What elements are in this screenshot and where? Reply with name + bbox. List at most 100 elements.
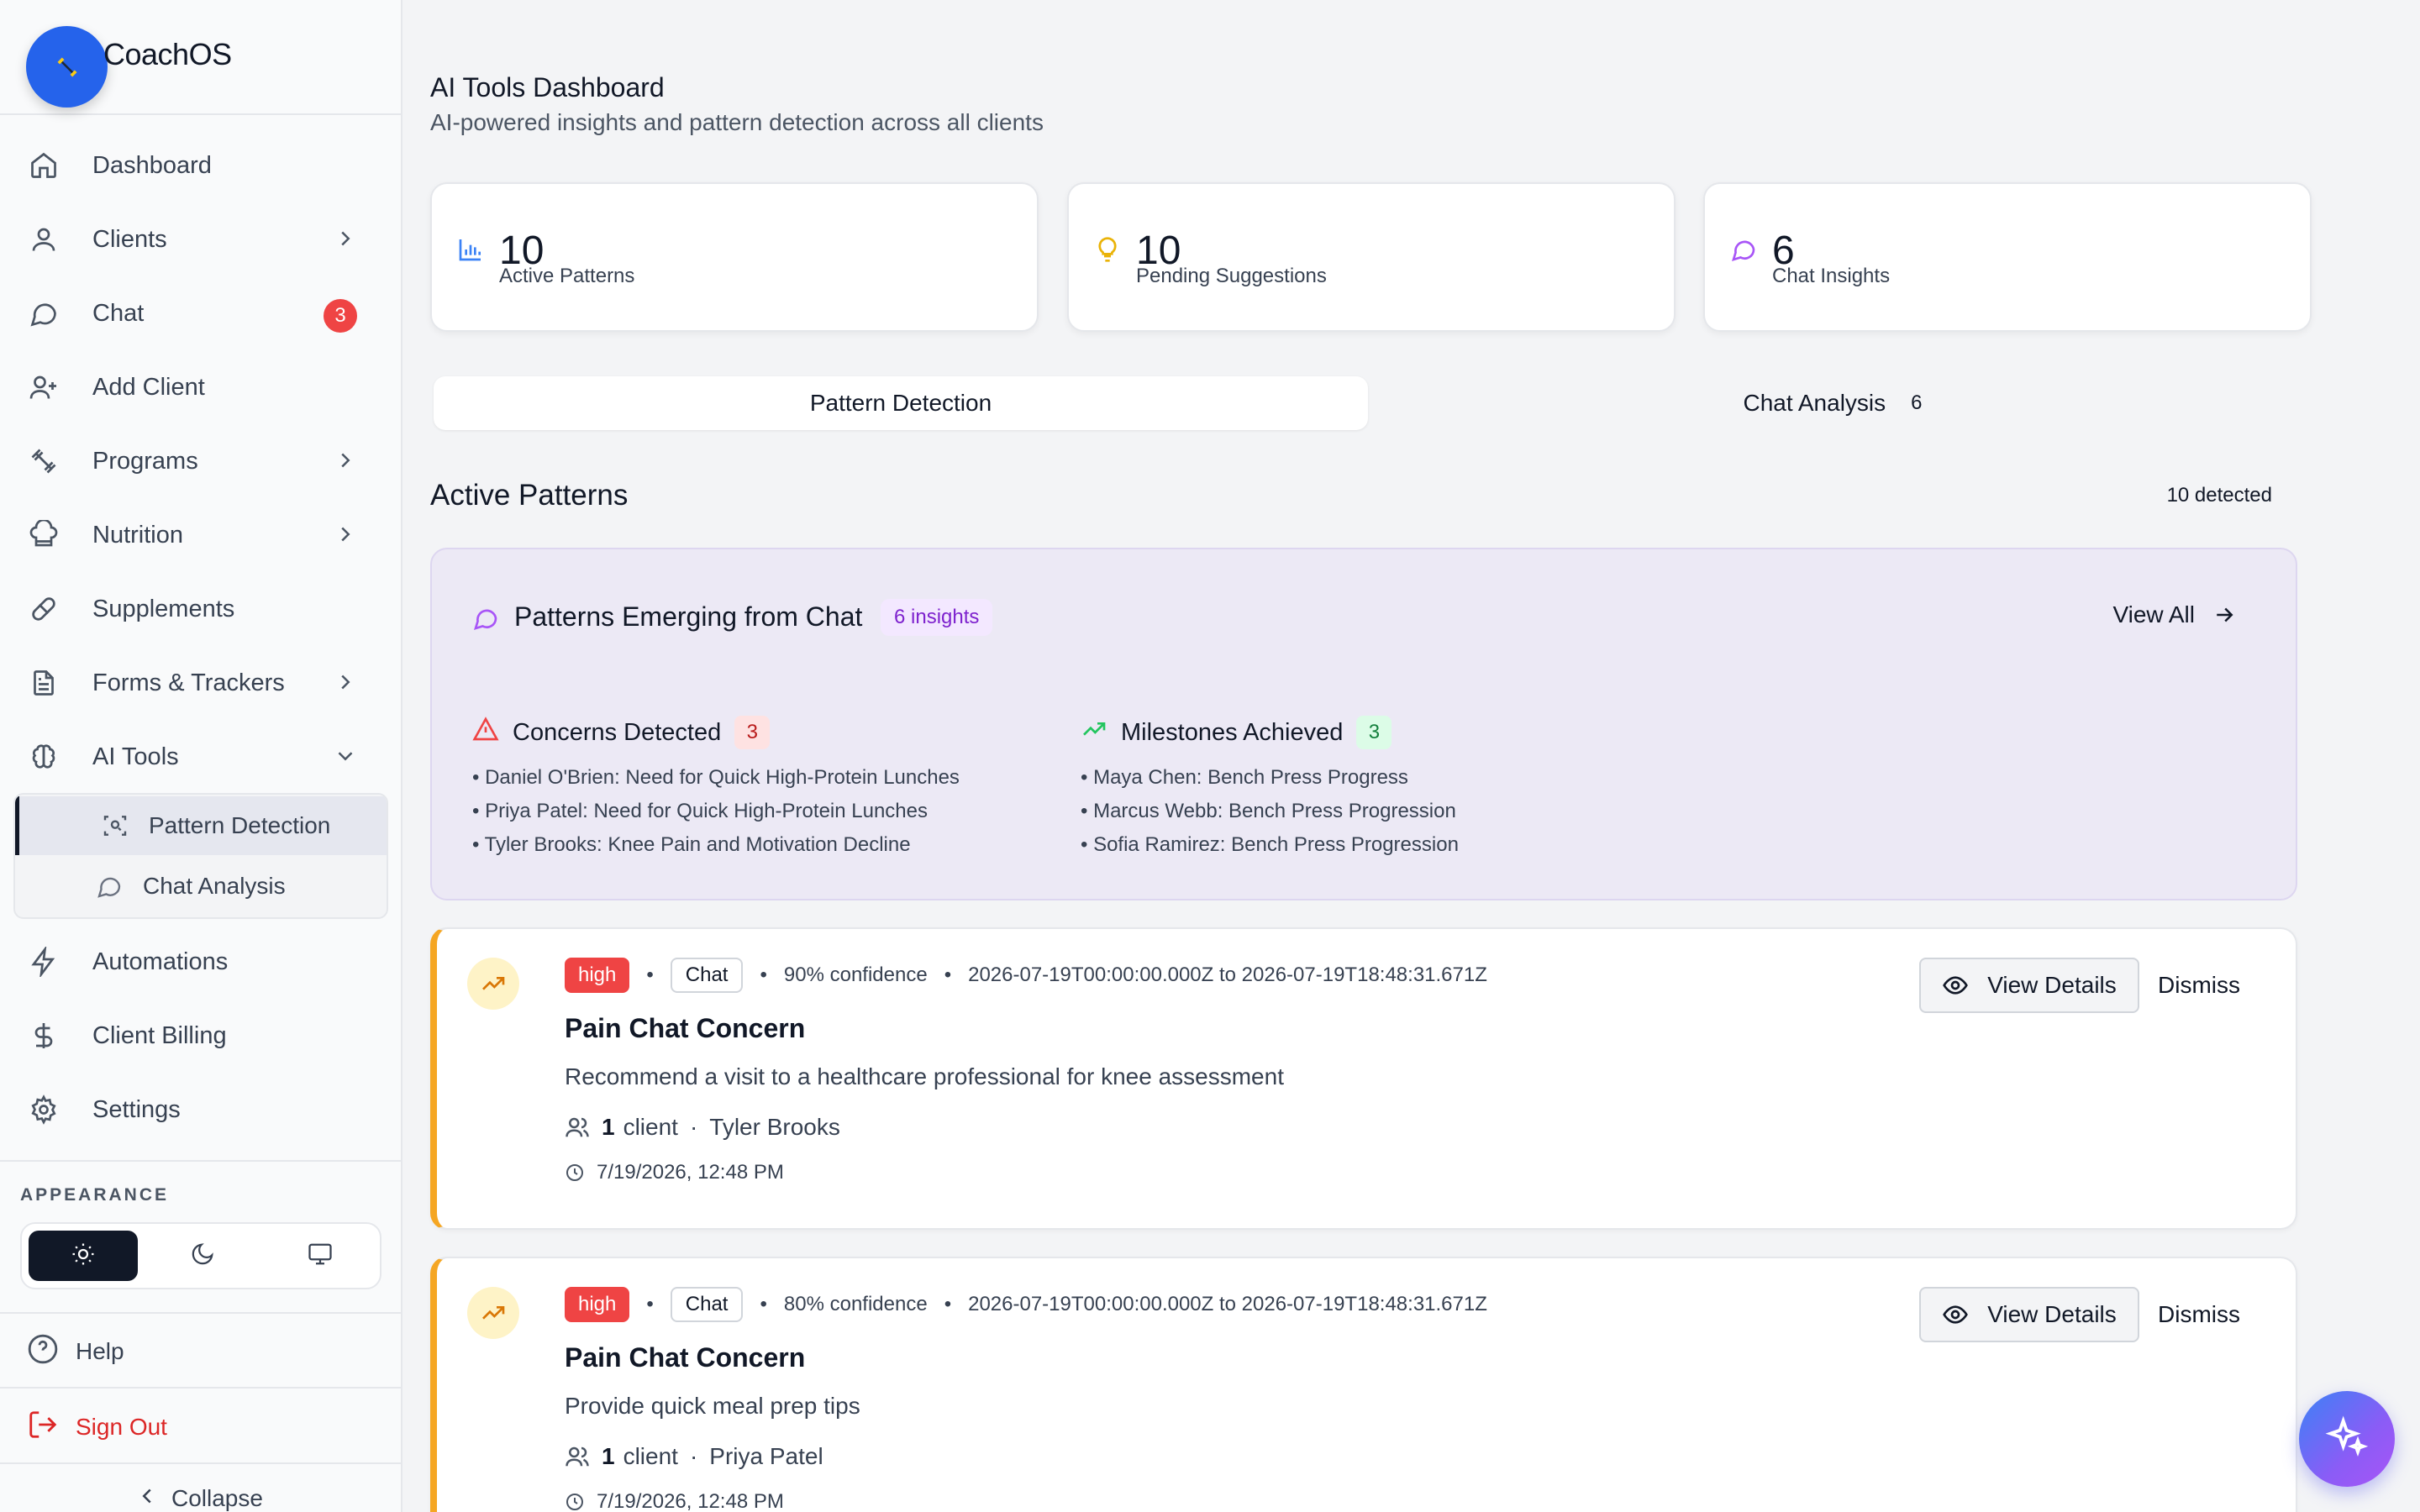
pattern-timestamp: 7/19/2026, 12:48 PM xyxy=(565,1161,784,1184)
home-icon xyxy=(25,147,62,184)
source-badge: Chat xyxy=(670,958,744,993)
confidence-text: 80% confidence xyxy=(783,1293,928,1315)
user-icon xyxy=(25,221,62,258)
stat-card-pending-suggestions: 10 Pending Suggestions xyxy=(1067,182,1676,332)
sidebar-item-settings[interactable]: Settings xyxy=(15,1079,387,1140)
timestamp-text: 7/19/2026, 12:48 PM xyxy=(597,1490,784,1512)
sidebar-item-label: Forms & Trackers xyxy=(92,669,285,696)
sidebar-item-programs[interactable]: Programs xyxy=(15,431,387,491)
chevron-right-icon xyxy=(333,669,358,699)
list-item: Marcus Webb: Bench Press Progression xyxy=(1081,795,1459,828)
sidebar-item-automations[interactable]: Automations xyxy=(15,932,387,992)
document-icon xyxy=(25,664,62,701)
clock-icon xyxy=(565,1492,585,1512)
sidebar-item-ai-tools[interactable]: AI Tools xyxy=(15,727,387,787)
tab-pattern-detection[interactable]: Pattern Detection xyxy=(434,376,1368,430)
concerns-title: Concerns Detected xyxy=(513,718,722,746)
sign-out-icon xyxy=(27,1409,59,1445)
stat-label: Pending Suggestions xyxy=(1136,265,1327,287)
chat-bubble-icon xyxy=(25,295,62,332)
dismiss-button[interactable]: Dismiss xyxy=(2158,958,2240,1013)
milestones-title: Milestones Achieved xyxy=(1121,718,1344,746)
dumbbell-icon xyxy=(25,443,62,480)
chat-bubble-icon xyxy=(94,871,124,901)
client-name: Priya Patel xyxy=(709,1443,823,1469)
pattern-card: high • Chat • 80% confidence • 2026-07-1… xyxy=(430,1257,2297,1512)
dollar-icon xyxy=(25,1017,62,1054)
ai-assistant-button[interactable] xyxy=(2299,1391,2395,1487)
sign-out-button[interactable]: Sign Out xyxy=(27,1409,167,1445)
trending-up-icon xyxy=(467,958,519,1010)
view-details-label: View Details xyxy=(1987,972,2117,998)
help-label: Help xyxy=(76,1337,124,1364)
users-icon xyxy=(565,1115,590,1140)
list-item: Sofia Ramirez: Bench Press Progression xyxy=(1081,828,1459,862)
divider xyxy=(0,1160,401,1162)
sidebar-item-clients[interactable]: Clients xyxy=(15,209,387,270)
theme-switcher xyxy=(20,1222,381,1289)
user-plus-icon xyxy=(25,369,62,406)
collapse-button[interactable]: Collapse xyxy=(134,1483,263,1512)
lightning-icon xyxy=(25,943,62,980)
sidebar-item-chat-analysis[interactable]: Chat Analysis xyxy=(15,857,387,916)
unread-badge: 3 xyxy=(324,299,357,333)
collapse-label: Collapse xyxy=(171,1484,263,1511)
client-word: client xyxy=(623,1443,678,1469)
pattern-meta: high • Chat • 90% confidence • 2026-07-1… xyxy=(565,958,1487,993)
scan-face-icon xyxy=(100,811,130,841)
section-title: Active Patterns xyxy=(430,479,629,512)
sidebar-item-label: Chat Analysis xyxy=(143,873,286,899)
confidence-text: 90% confidence xyxy=(783,963,928,986)
brain-icon xyxy=(25,738,62,775)
sidebar-item-label: Programs xyxy=(92,447,198,475)
pattern-card: high • Chat • 90% confidence • 2026-07-1… xyxy=(430,927,2297,1230)
pill-icon xyxy=(25,591,62,627)
sidebar-item-client-billing[interactable]: Client Billing xyxy=(15,1005,387,1066)
sidebar-item-label: Settings xyxy=(92,1095,181,1123)
sidebar-item-pattern-detection[interactable]: Pattern Detection xyxy=(15,796,387,855)
detected-count: 10 detected xyxy=(2166,484,2272,507)
gear-icon xyxy=(25,1091,62,1128)
concerns-count: 3 xyxy=(734,716,771,749)
concerns-list: Daniel O'Brien: Need for Quick High-Prot… xyxy=(472,761,960,862)
theme-dark-button[interactable] xyxy=(148,1231,257,1281)
theme-light-button[interactable] xyxy=(29,1231,138,1281)
client-word: client xyxy=(623,1114,678,1140)
pattern-description: Provide quick meal prep tips xyxy=(565,1393,860,1419)
sidebar-item-nutrition[interactable]: Nutrition xyxy=(15,505,387,565)
chevron-right-icon xyxy=(333,522,358,551)
sun-icon xyxy=(71,1242,96,1271)
theme-system-button[interactable] xyxy=(266,1231,375,1281)
sidebar-item-dashboard[interactable]: Dashboard xyxy=(15,135,387,196)
tab-chat-analysis[interactable]: Chat Analysis 6 xyxy=(1368,376,2297,430)
sidebar-item-chat[interactable]: Chat 3 xyxy=(15,283,387,344)
severity-badge: high xyxy=(565,1287,630,1322)
page-title: AI Tools Dashboard xyxy=(430,72,665,102)
sidebar-item-forms-trackers[interactable]: Forms & Trackers xyxy=(15,653,387,713)
stat-label: Chat Insights xyxy=(1772,265,1891,287)
help-link[interactable]: Help xyxy=(27,1333,124,1369)
emerging-title: Patterns Emerging from Chat xyxy=(514,601,863,632)
clock-icon xyxy=(565,1163,585,1183)
chef-hat-icon xyxy=(25,517,62,554)
dumbbell-logo-icon[interactable] xyxy=(26,26,108,108)
emerging-patterns-panel: Patterns Emerging from Chat 6 insights V… xyxy=(430,548,2297,900)
client-count: 1 xyxy=(602,1114,615,1140)
eye-icon xyxy=(1942,1301,1969,1328)
view-all-link[interactable]: View All xyxy=(2112,601,2237,628)
eye-icon xyxy=(1942,972,1969,999)
page-subtitle: AI-powered insights and pattern detectio… xyxy=(430,109,1044,135)
dismiss-button[interactable]: Dismiss xyxy=(2158,1287,2240,1342)
view-details-button[interactable]: View Details xyxy=(1919,958,2139,1013)
appearance-label: APPEARANCE xyxy=(20,1185,170,1205)
view-details-button[interactable]: View Details xyxy=(1919,1287,2139,1342)
sidebar-item-label: Clients xyxy=(92,225,167,253)
help-circle-icon xyxy=(27,1333,59,1369)
list-item: Daniel O'Brien: Need for Quick High-Prot… xyxy=(472,761,960,795)
sidebar-item-label: Dashboard xyxy=(92,151,212,179)
sidebar-item-supplements[interactable]: Supplements xyxy=(15,579,387,639)
divider xyxy=(0,1312,401,1314)
moon-icon xyxy=(190,1242,215,1271)
tab-label: Pattern Detection xyxy=(809,390,992,416)
sidebar-item-add-client[interactable]: Add Client xyxy=(15,357,387,417)
